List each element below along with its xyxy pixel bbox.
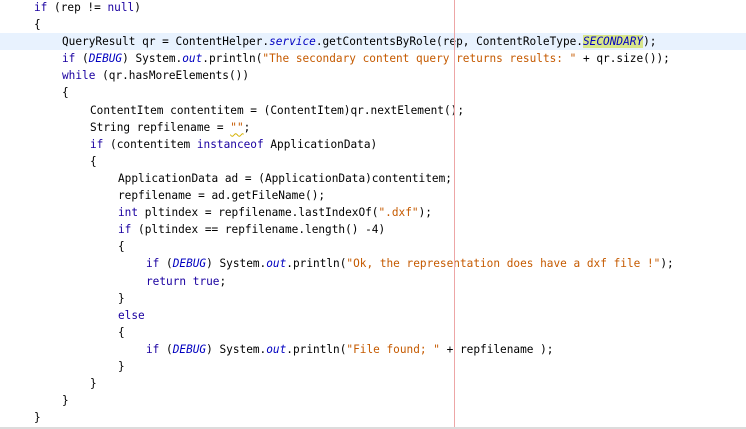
code-token: (rep != <box>47 1 108 14</box>
code-line-current[interactable]: QueryResult qr = ContentHelper.service.g… <box>0 33 746 51</box>
code-lines[interactable]: if (rep != null){QueryResult qr = Conten… <box>0 0 746 426</box>
code-token: true <box>192 274 220 288</box>
code-line[interactable]: return true; <box>0 273 746 290</box>
code-line[interactable]: while (qr.hasMoreElements()) <box>0 67 746 84</box>
code-token: "File found; " <box>346 342 440 356</box>
code-line[interactable]: String repfilename = ""; <box>0 119 746 136</box>
code-token: ); <box>418 206 432 220</box>
code-line[interactable]: } <box>0 290 746 307</box>
code-line[interactable]: } <box>0 392 746 409</box>
code-token: SECONDARY <box>583 35 644 49</box>
code-token: if <box>146 257 160 271</box>
code-token: } <box>118 291 125 305</box>
code-line[interactable]: } <box>0 358 746 375</box>
code-line[interactable]: } <box>0 409 746 426</box>
code-token: (qr.hasMoreElements()) <box>95 69 250 83</box>
code-token: instanceof <box>196 137 264 151</box>
print-margin-line <box>454 0 455 429</box>
code-token: ) System. <box>206 342 267 356</box>
code-token: int <box>118 206 139 220</box>
code-token: out <box>266 257 287 271</box>
code-token: if <box>34 1 48 14</box>
code-token: ) System. <box>206 257 267 271</box>
code-token: } <box>34 411 41 425</box>
code-token: if <box>146 342 160 356</box>
code-token: } <box>90 377 97 391</box>
code-token: ; <box>243 120 251 134</box>
code-token: (contentitem <box>103 137 197 151</box>
code-token: .println( <box>202 52 263 66</box>
code-line[interactable]: repfilename = ad.getFileName(); <box>0 187 746 204</box>
code-token: ) <box>134 1 141 14</box>
code-token: repfilename = ad.getFileName(); <box>118 189 326 203</box>
code-token: { <box>62 86 69 100</box>
code-line[interactable]: else <box>0 307 746 324</box>
code-line[interactable]: ApplicationData ad = (ApplicationData)co… <box>0 170 746 187</box>
code-line[interactable]: if (DEBUG) System.out.println("The secon… <box>0 50 746 67</box>
code-line[interactable]: if (DEBUG) System.out.println("File foun… <box>0 341 746 358</box>
code-token: { <box>118 325 125 339</box>
code-token: DEBUG <box>172 342 207 356</box>
code-editor[interactable]: if (rep != null){QueryResult qr = Conten… <box>0 0 746 429</box>
code-token: if <box>90 137 104 151</box>
code-token: ApplicationData) <box>263 137 378 151</box>
code-token: out <box>266 342 287 356</box>
code-token: return <box>146 274 187 288</box>
code-token: while <box>62 69 96 83</box>
code-token: } <box>118 359 125 373</box>
code-token: .getContentsByRole(rep, ContentRoleType. <box>315 35 583 49</box>
code-token: String repfilename = <box>90 120 231 134</box>
code-token: ApplicationData ad = (ApplicationData)co… <box>118 171 452 185</box>
code-token: (pltindex == repfilename.length() -4) <box>131 223 386 237</box>
code-token: } <box>62 394 69 408</box>
code-token: ".dxf" <box>378 206 419 220</box>
code-token: ( <box>159 257 173 271</box>
code-line[interactable]: { <box>0 324 746 341</box>
code-line[interactable]: { <box>0 153 746 170</box>
code-line[interactable]: { <box>0 238 746 255</box>
code-line[interactable]: { <box>0 84 746 101</box>
code-token: null <box>107 1 135 14</box>
code-token: if <box>118 223 132 237</box>
code-token: ContentItem contentitem = (ContentItem)q… <box>90 103 465 117</box>
code-token: "Ok, the representation does have a dxf … <box>346 257 661 271</box>
code-token: service <box>269 35 316 49</box>
code-token: { <box>90 154 97 168</box>
code-line[interactable]: ContentItem contentitem = (ContentItem)q… <box>0 102 746 119</box>
code-token: "The secondary content query returns res… <box>262 52 577 66</box>
code-token: if <box>62 52 76 66</box>
code-token: + repfilename ); <box>439 342 554 356</box>
code-token: else <box>118 308 145 322</box>
code-token: out <box>182 52 203 66</box>
code-token: ( <box>159 342 173 356</box>
code-token: { <box>118 240 125 254</box>
code-line[interactable]: if (rep != null) <box>0 0 746 16</box>
code-token: DEBUG <box>172 257 207 271</box>
code-token: DEBUG <box>88 52 123 66</box>
code-token: .println( <box>286 342 347 356</box>
code-token: .println( <box>286 257 347 271</box>
code-line[interactable]: if (DEBUG) System.out.println("Ok, the r… <box>0 255 746 272</box>
code-line[interactable]: } <box>0 375 746 392</box>
code-token: ) System. <box>122 52 183 66</box>
code-token: QueryResult qr = ContentHelper. <box>62 35 270 49</box>
code-line[interactable]: int pltindex = repfilename.lastIndexOf("… <box>0 204 746 221</box>
code-token: "" <box>230 120 244 134</box>
code-token: ( <box>75 52 89 66</box>
code-line[interactable]: { <box>0 16 746 33</box>
code-token: ); <box>660 257 674 271</box>
code-token: ); <box>643 35 657 49</box>
code-token: ; <box>219 274 227 288</box>
code-token: { <box>34 18 41 32</box>
code-line[interactable]: if (contentitem instanceof ApplicationDa… <box>0 136 746 153</box>
code-token: pltindex = repfilename.lastIndexOf( <box>138 206 379 220</box>
code-token: + qr.size()); <box>576 52 670 66</box>
code-line[interactable]: if (pltindex == repfilename.length() -4) <box>0 221 746 238</box>
